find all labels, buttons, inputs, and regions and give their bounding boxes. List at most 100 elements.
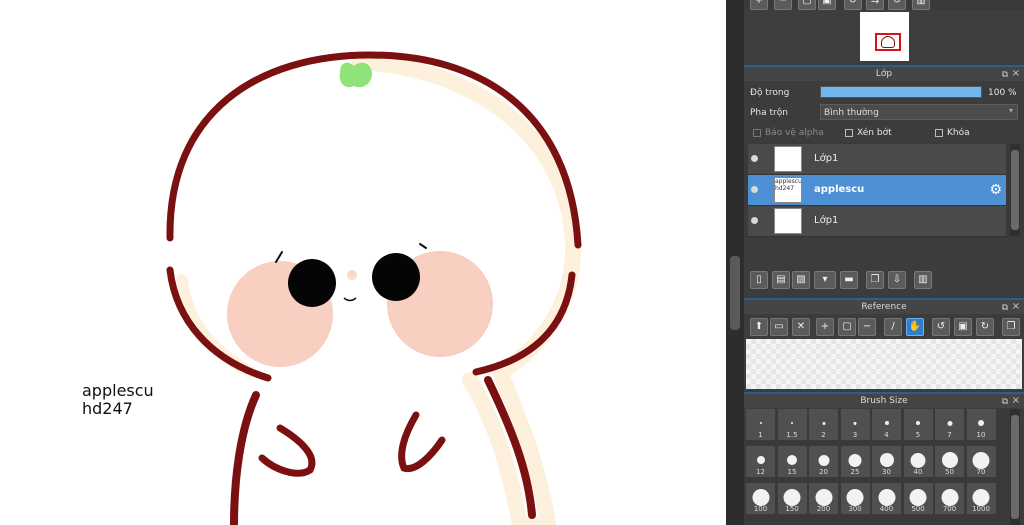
navigator-preview[interactable] bbox=[744, 10, 1024, 64]
right-eye bbox=[372, 253, 420, 301]
lock-checkbox[interactable] bbox=[935, 129, 943, 137]
copy-icon[interactable]: ❐ bbox=[1002, 318, 1020, 336]
rotate-left-icon[interactable]: ↺ bbox=[844, 0, 862, 10]
brush-size-cell[interactable]: 25 bbox=[840, 446, 871, 478]
drawing-canvas[interactable]: applescu hd247 bbox=[0, 0, 726, 525]
clipping-checkbox[interactable] bbox=[845, 129, 853, 137]
brush-size-cell[interactable]: 2 bbox=[809, 409, 839, 441]
popout-icon[interactable]: ⧉ bbox=[1002, 395, 1008, 409]
brush-size-cell[interactable]: 7 bbox=[935, 409, 965, 441]
brush-size-scrollbar[interactable] bbox=[1010, 409, 1020, 525]
new-text-layer-icon[interactable]: ▧ bbox=[792, 271, 810, 289]
visibility-icon[interactable] bbox=[751, 155, 758, 162]
scrollbar-thumb[interactable] bbox=[730, 256, 740, 330]
rotate-left-icon[interactable]: ↺ bbox=[932, 318, 950, 336]
brush-size-label: 25 bbox=[850, 468, 860, 476]
zoom-out-icon[interactable]: − bbox=[774, 0, 792, 10]
brush-size-label: 15 bbox=[787, 468, 797, 476]
blend-select[interactable]: Bình thường ▾ bbox=[820, 104, 1018, 120]
new-layer-icon[interactable]: ▯ bbox=[750, 271, 768, 289]
brush-size-cell[interactable]: 40 bbox=[903, 446, 934, 478]
scrollbar-thumb[interactable] bbox=[1011, 150, 1019, 230]
layer-row-selected[interactable]: applescu hd247 applescu ⚙ bbox=[748, 175, 1006, 206]
popout-icon[interactable]: ⧉ bbox=[1002, 68, 1008, 82]
flip-icon[interactable]: ⇆ bbox=[866, 0, 884, 10]
brush-dot-icon bbox=[815, 488, 832, 506]
left-eye bbox=[288, 259, 336, 307]
brush-size-cell[interactable]: 10 bbox=[966, 409, 997, 441]
layer-row[interactable]: Lớp1 bbox=[748, 144, 1006, 175]
zoom-out-icon[interactable]: − bbox=[858, 318, 876, 336]
protect-alpha-label: Bảo vệ alpha bbox=[765, 128, 824, 138]
delete-icon[interactable]: ▥ bbox=[914, 271, 932, 289]
navigator-toolbar: + − ▢ ▣ ↺ ⇆ ↻ ▥ bbox=[744, 0, 1024, 10]
layer-thumbnail: applescu hd247 bbox=[774, 177, 802, 203]
new-raster-layer-icon[interactable]: ▤ bbox=[772, 271, 790, 289]
brush-size-cell[interactable]: 400 bbox=[872, 483, 902, 515]
canvas-scrollbar[interactable] bbox=[726, 0, 744, 525]
gear-icon[interactable]: ⚙ bbox=[989, 182, 1002, 198]
visibility-icon[interactable] bbox=[751, 186, 758, 193]
brush-dot-icon bbox=[752, 488, 769, 506]
brush-size-cell[interactable]: 150 bbox=[777, 483, 808, 515]
brush-size-cell[interactable]: 200 bbox=[809, 483, 839, 515]
layer-panel-header: Lớp ⧉ × bbox=[744, 65, 1024, 81]
rotate-right-icon[interactable]: ↻ bbox=[888, 0, 906, 10]
brush-dot-icon bbox=[853, 421, 857, 425]
scrollbar-thumb[interactable] bbox=[1011, 415, 1019, 519]
opacity-slider[interactable] bbox=[820, 86, 982, 98]
folder-icon[interactable]: ▬ bbox=[840, 271, 858, 289]
brush-size-cell[interactable]: 5 bbox=[903, 409, 934, 441]
brush-size-cell[interactable]: 50 bbox=[935, 446, 965, 478]
close-icon[interactable]: × bbox=[1012, 300, 1020, 314]
reference-image-area[interactable] bbox=[746, 339, 1022, 389]
popout-icon[interactable]: ⧉ bbox=[1002, 301, 1008, 315]
open-folder-icon[interactable]: ▭ bbox=[770, 318, 788, 336]
close-icon[interactable]: × bbox=[1012, 67, 1020, 81]
fit-icon[interactable]: ▢ bbox=[838, 318, 856, 336]
brush-size-cell[interactable]: 20 bbox=[809, 446, 839, 478]
fit-icon[interactable]: ▢ bbox=[798, 0, 816, 10]
brush-size-cell[interactable]: 30 bbox=[872, 446, 902, 478]
watermark-line1: applescu bbox=[82, 381, 154, 400]
merge-icon[interactable]: ⇩ bbox=[888, 271, 906, 289]
brush-dot-icon bbox=[787, 455, 797, 465]
rotate-right-icon[interactable]: ↻ bbox=[976, 318, 994, 336]
brush-size-label: 700 bbox=[942, 505, 957, 513]
right-arm bbox=[398, 411, 446, 473]
upload-icon[interactable]: ⬆ bbox=[750, 318, 768, 336]
layer-row[interactable]: Lớp1 bbox=[748, 206, 1006, 237]
brush-size-cell[interactable]: 700 bbox=[935, 483, 965, 515]
actual-size-icon[interactable]: ▣ bbox=[818, 0, 836, 10]
brush-dot-icon bbox=[759, 422, 762, 424]
close-image-icon[interactable]: ✕ bbox=[792, 318, 810, 336]
brush-size-cell[interactable]: 1.5 bbox=[777, 409, 808, 441]
visibility-icon[interactable] bbox=[751, 217, 758, 224]
crop-icon[interactable]: ▣ bbox=[954, 318, 972, 336]
brush-size-cell[interactable]: 15 bbox=[777, 446, 808, 478]
brush-size-label: 300 bbox=[848, 505, 862, 513]
brush-size-cell[interactable]: 1000 bbox=[966, 483, 997, 515]
layer-list-scrollbar[interactable] bbox=[1010, 144, 1020, 236]
brush-size-cell[interactable]: 1 bbox=[746, 409, 776, 441]
duplicate-icon[interactable]: ❐ bbox=[866, 271, 884, 289]
brush-size-cell[interactable]: 12 bbox=[746, 446, 776, 478]
zoom-in-icon[interactable]: + bbox=[750, 0, 768, 10]
brush-size-cell[interactable]: 300 bbox=[840, 483, 871, 515]
brush-size-cell[interactable]: 3 bbox=[840, 409, 871, 441]
brush-size-label: 20 bbox=[819, 468, 828, 476]
eyedropper-icon[interactable]: / bbox=[884, 318, 902, 336]
brush-size-label: 7 bbox=[947, 431, 952, 439]
brush-size-cell[interactable]: 100 bbox=[746, 483, 776, 515]
protect-alpha-checkbox[interactable] bbox=[753, 129, 761, 137]
reset-icon[interactable]: ▥ bbox=[912, 0, 930, 10]
close-icon[interactable]: × bbox=[1012, 394, 1020, 408]
brush-size-label: 150 bbox=[785, 505, 799, 513]
brush-size-cell[interactable]: 4 bbox=[872, 409, 902, 441]
brush-size-cell[interactable]: 70 bbox=[966, 446, 997, 478]
hand-icon[interactable]: ✋ bbox=[906, 318, 924, 336]
add-layer-menu-icon[interactable]: ▾ bbox=[814, 271, 836, 289]
brush-size-cell[interactable]: 500 bbox=[903, 483, 934, 515]
brush-dot-icon bbox=[916, 421, 920, 425]
zoom-in-icon[interactable]: + bbox=[816, 318, 834, 336]
